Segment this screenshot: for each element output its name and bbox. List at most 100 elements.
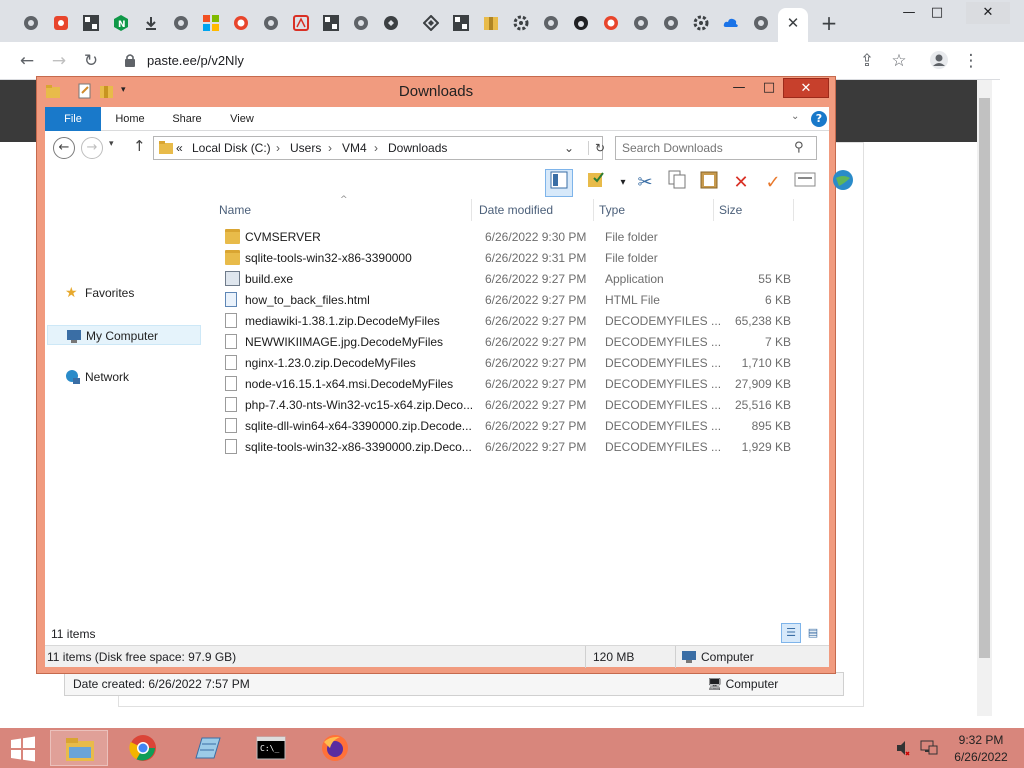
file-row[interactable]: nginx-1.23.0.zip.DecodeMyFiles 6/26/2022 …	[215, 353, 825, 374]
clock-date[interactable]: 6/26/2022	[946, 750, 1016, 764]
file-row[interactable]: sqlite-dll-win64-x64-3390000.zip.Decode.…	[215, 416, 825, 437]
breadcrumb-separator[interactable]: ›	[276, 141, 280, 155]
tab-file[interactable]: File	[45, 107, 101, 131]
taskbar-command-prompt[interactable]: C:\_	[242, 730, 300, 766]
close-button[interactable]: ✕	[783, 78, 829, 98]
chrome-icon[interactable]	[542, 14, 560, 32]
qr-icon[interactable]	[322, 14, 340, 32]
address-bar[interactable]: paste.ee/p/v2Nly	[112, 47, 892, 75]
tab-share[interactable]: Share	[161, 107, 213, 131]
cloud-icon[interactable]	[722, 14, 740, 32]
breadcrumb-vm4[interactable]: VM4	[342, 141, 367, 155]
globe-icon[interactable]	[829, 169, 857, 197]
breadcrumb-downloads[interactable]: Downloads	[388, 141, 447, 155]
shield-icon[interactable]	[382, 14, 400, 32]
column-divider[interactable]	[593, 199, 594, 221]
browser-close-button[interactable]: ✕	[966, 2, 1010, 24]
nav-favorites[interactable]: ★ Favorites	[47, 283, 201, 303]
tab-home[interactable]: Home	[105, 107, 155, 131]
copy-icon[interactable]	[663, 169, 691, 197]
refresh-icon[interactable]: ↻	[588, 141, 605, 155]
paste-icon[interactable]	[695, 169, 723, 197]
chrome-icon[interactable]	[172, 14, 190, 32]
chrome-icon[interactable]	[632, 14, 650, 32]
acrobat-icon[interactable]	[292, 14, 310, 32]
search-icon[interactable]: ⚲	[794, 140, 804, 155]
new-tab-button[interactable]: +	[820, 13, 838, 33]
up-arrow-icon[interactable]: ↑	[133, 137, 146, 155]
file-row[interactable]: how_to_back_files.html 6/26/2022 9:27 PM H…	[215, 290, 825, 311]
file-row[interactable]: mediawiki-1.38.1.zip.DecodeMyFiles 6/26/2…	[215, 311, 825, 332]
column-divider[interactable]	[793, 199, 794, 221]
firefox-icon[interactable]	[572, 14, 590, 32]
details-view-icon[interactable]: ☰	[781, 623, 801, 643]
cut-icon[interactable]: ✂	[631, 169, 659, 197]
column-header-type[interactable]: Type	[599, 203, 625, 217]
profile-avatar[interactable]	[928, 50, 950, 72]
download-icon[interactable]	[142, 14, 160, 32]
file-row[interactable]: CVMSERVER 6/26/2022 9:30 PM File folder	[215, 227, 825, 248]
pdf-icon[interactable]	[52, 14, 70, 32]
opera-icon[interactable]	[602, 14, 620, 32]
back-button[interactable]: ←	[53, 137, 75, 159]
file-row[interactable]: sqlite-tools-win32-x86-3390000 6/26/2022 …	[215, 248, 825, 269]
breadcrumb-overflow[interactable]: «	[176, 141, 183, 155]
ribbon-expand-icon[interactable]: ⌄	[791, 111, 799, 122]
menu-kebab-icon[interactable]: ⋮	[960, 50, 982, 72]
page-scrollbar[interactable]	[977, 80, 992, 716]
qr-icon[interactable]	[82, 14, 100, 32]
share-icon[interactable]: ⇪	[856, 50, 878, 72]
opera-icon[interactable]	[232, 14, 250, 32]
preview-pane-icon[interactable]	[545, 169, 573, 197]
archive-icon[interactable]	[482, 14, 500, 32]
url-text[interactable]: paste.ee/p/v2Nly	[147, 53, 244, 68]
volume-muted-icon[interactable]	[896, 740, 910, 756]
recent-locations-icon[interactable]: ▾	[109, 139, 114, 149]
tab-close-icon[interactable]: ✕	[784, 14, 802, 32]
large-icons-view-icon[interactable]: ▤	[803, 623, 823, 643]
breadcrumb-local-disk[interactable]: Local Disk (C:)	[192, 141, 271, 155]
maximize-button[interactable]: □	[755, 79, 783, 99]
network-tray-icon[interactable]	[920, 740, 938, 756]
maze-icon[interactable]	[422, 14, 440, 32]
qr-icon[interactable]	[452, 14, 470, 32]
rename-check-icon[interactable]: ✓	[759, 169, 787, 197]
forward-button[interactable]: →	[81, 137, 103, 159]
taskbar-chrome[interactable]	[114, 730, 172, 766]
help-icon[interactable]: ?	[811, 111, 827, 127]
select-items-icon[interactable]	[583, 169, 611, 197]
chrome-icon[interactable]	[662, 14, 680, 32]
taskbar-notepad[interactable]	[178, 730, 236, 766]
scrollbar-thumb[interactable]	[979, 98, 990, 658]
file-row[interactable]: php-7.4.30-nts-Win32-vc15-x64.zip.Deco..…	[215, 395, 825, 416]
file-row[interactable]: sqlite-tools-win32-x86-3390000.zip.Deco.…	[215, 437, 825, 458]
tab-view[interactable]: View	[217, 107, 267, 131]
breadcrumb-users[interactable]: Users	[290, 141, 321, 155]
address-dropdown-icon[interactable]: ⌄	[564, 141, 574, 155]
chrome-icon[interactable]	[262, 14, 280, 32]
gear-icon[interactable]	[512, 14, 530, 32]
chrome-icon[interactable]	[22, 14, 40, 32]
chrome-icon[interactable]	[352, 14, 370, 32]
nginx-icon[interactable]: N	[112, 14, 130, 32]
search-box[interactable]: ⚲	[615, 136, 817, 160]
address-breadcrumb[interactable]: « Local Disk (C:) › Users › VM4 › Downlo…	[153, 136, 605, 160]
reload-icon[interactable]: ↻	[80, 50, 102, 72]
properties-window-icon[interactable]	[791, 169, 819, 197]
column-header-size[interactable]: Size	[719, 203, 742, 217]
nav-network[interactable]: Network	[47, 367, 201, 387]
browser-maximize-button[interactable]: □	[916, 2, 958, 24]
breadcrumb-separator[interactable]: ›	[328, 141, 332, 155]
column-header-date[interactable]: Date modified	[479, 203, 553, 217]
chrome-icon[interactable]	[752, 14, 770, 32]
taskbar-file-explorer[interactable]	[50, 730, 108, 766]
column-header-name[interactable]: Name	[219, 203, 251, 217]
clock-time[interactable]: 9:32 PM	[946, 733, 1016, 747]
column-divider[interactable]	[471, 199, 472, 221]
breadcrumb-separator[interactable]: ›	[374, 141, 378, 155]
file-row[interactable]: build.exe 6/26/2022 9:27 PM Application 55 …	[215, 269, 825, 290]
forward-arrow-icon[interactable]: →	[48, 50, 70, 72]
windows-icon[interactable]	[202, 14, 220, 32]
start-button[interactable]	[10, 736, 36, 762]
nav-my-computer[interactable]: My Computer	[47, 325, 201, 345]
